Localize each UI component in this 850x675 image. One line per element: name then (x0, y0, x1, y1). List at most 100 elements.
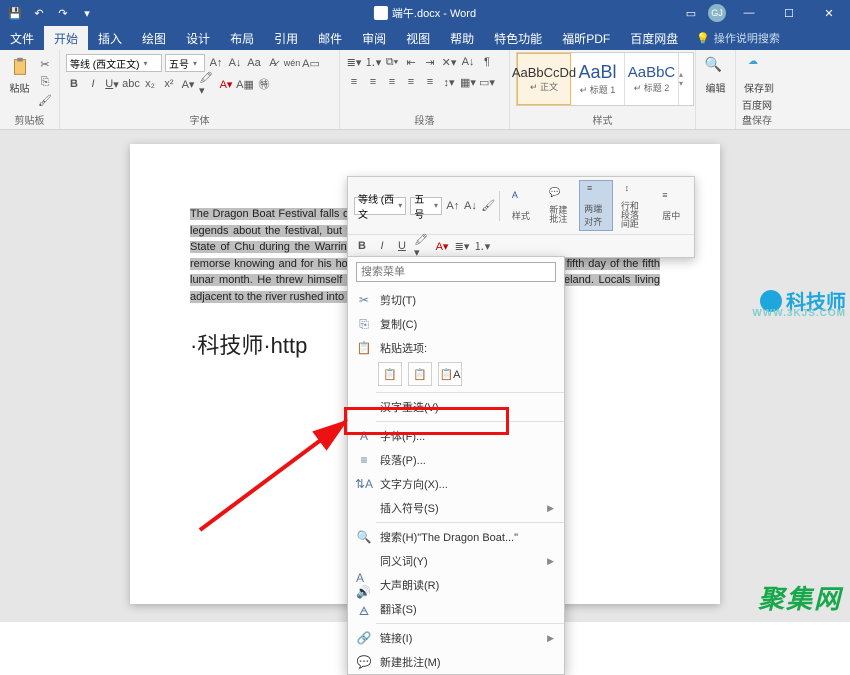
mini-center-button[interactable]: ≡ 居中 (654, 188, 688, 224)
paste-text-only-icon[interactable]: 📋A (438, 362, 462, 386)
tab-layout[interactable]: 布局 (220, 26, 264, 50)
tab-special[interactable]: 特色功能 (484, 26, 552, 50)
tab-file[interactable]: 文件 (0, 26, 44, 50)
menu-hanzi-reselect[interactable]: 汉字重选(V) (348, 395, 564, 419)
mini-font-color-icon[interactable]: A▾ (434, 238, 450, 254)
mini-shrink-font-icon[interactable]: A↓ (464, 198, 478, 214)
redo-icon[interactable]: ↷ (52, 2, 74, 24)
tab-draw[interactable]: 绘图 (132, 26, 176, 50)
tab-insert[interactable]: 插入 (88, 26, 132, 50)
align-right-icon[interactable]: ≡ (384, 74, 400, 90)
mini-font-select[interactable]: 等线 (西文 (354, 197, 406, 215)
save-icon[interactable]: 💾 (4, 2, 26, 24)
editing-button[interactable]: 🔍 编辑 (702, 52, 729, 95)
menu-read-aloud[interactable]: A🔊大声朗读(R) (348, 573, 564, 597)
mini-line-spacing-button[interactable]: ↕ 行和段落 间距 (617, 181, 651, 231)
menu-cut[interactable]: ✂剪切(T) (348, 288, 564, 312)
align-left-icon[interactable]: ≡ (346, 74, 362, 90)
tab-baidu[interactable]: 百度网盘 (620, 26, 688, 50)
mini-format-painter-icon[interactable]: 🖌 (481, 198, 495, 214)
mini-bullets-icon[interactable]: ≣▾ (454, 238, 470, 254)
mini-underline-icon[interactable]: U (394, 238, 410, 254)
style-normal[interactable]: AaBbCcDd ↵ 正文 (517, 53, 571, 105)
shrink-font-icon[interactable]: A↓ (227, 55, 243, 71)
bullets-icon[interactable]: ≣▾ (346, 54, 362, 70)
mini-size-select[interactable]: 五号 (410, 197, 442, 215)
italic-icon[interactable]: I (85, 76, 101, 92)
increase-indent-icon[interactable]: ⇥ (422, 54, 438, 70)
mini-bold-icon[interactable]: B (354, 238, 370, 254)
subscript-icon[interactable]: x₂ (142, 76, 158, 92)
font-size-select[interactable]: 五号 (165, 54, 205, 72)
styles-gallery[interactable]: AaBbCcDd ↵ 正文 AaBl ↵ 标题 1 AaBbC ↵ 标题 2 ▴… (516, 52, 694, 106)
mini-justify-button[interactable]: ≡ 两端对齐 (579, 180, 613, 231)
menu-new-comment[interactable]: 💬新建批注(M) (348, 650, 564, 674)
char-shading-icon[interactable]: A▦ (237, 76, 253, 92)
change-case-icon[interactable]: Aa (246, 55, 262, 71)
tab-mailings[interactable]: 邮件 (308, 26, 352, 50)
undo-icon[interactable]: ↶ (28, 2, 50, 24)
mini-new-comment-button[interactable]: 💬 新建 批注 (542, 185, 576, 226)
asian-layout-icon[interactable]: ✕▾ (441, 54, 457, 70)
grow-font-icon[interactable]: A↑ (208, 55, 224, 71)
tab-help[interactable]: 帮助 (440, 26, 484, 50)
multilevel-icon[interactable]: ⧉▾ (384, 54, 400, 70)
menu-copy[interactable]: ⎘复制(C) (348, 312, 564, 336)
paste-keep-source-icon[interactable]: 📋 (378, 362, 402, 386)
paste-merge-icon[interactable]: 📋 (408, 362, 432, 386)
menu-synonyms[interactable]: 同义词(Y)▶ (348, 549, 564, 573)
tab-view[interactable]: 视图 (396, 26, 440, 50)
underline-icon[interactable]: U▾ (104, 76, 120, 92)
font-family-select[interactable]: 等线 (西文正文) (66, 54, 162, 72)
tab-references[interactable]: 引用 (264, 26, 308, 50)
char-border-icon[interactable]: A▭ (303, 55, 319, 71)
distributed-icon[interactable]: ≡ (422, 74, 438, 90)
menu-link[interactable]: 🔗链接(I)▶ (348, 626, 564, 650)
mini-styles-button[interactable]: A 样式 (504, 188, 538, 224)
format-painter-icon[interactable]: 🖌 (37, 92, 53, 108)
user-avatar[interactable]: GJ (708, 4, 726, 22)
minimize-icon[interactable]: — (732, 0, 766, 26)
line-spacing-icon[interactable]: ↕▾ (441, 74, 457, 90)
show-marks-icon[interactable]: ¶ (479, 54, 495, 70)
highlight-icon[interactable]: 🖍▾ (199, 76, 215, 92)
mini-highlight-icon[interactable]: 🖍▾ (414, 238, 430, 254)
phonetic-icon[interactable]: wén (284, 55, 300, 71)
cut-icon[interactable]: ✂ (37, 56, 53, 72)
font-color-icon[interactable]: A▾ (218, 76, 234, 92)
justify-icon[interactable]: ≡ (403, 74, 419, 90)
numbering-icon[interactable]: ⒈▾ (365, 54, 381, 70)
tab-design[interactable]: 设计 (176, 26, 220, 50)
close-icon[interactable]: ✕ (812, 0, 846, 26)
qat-more-icon[interactable]: ▾ (76, 2, 98, 24)
decrease-indent-icon[interactable]: ⇤ (403, 54, 419, 70)
text-effects-icon[interactable]: A▾ (180, 76, 196, 92)
menu-font[interactable]: A字体(F)... (348, 424, 564, 448)
menu-translate[interactable]: 🜁翻译(S) (348, 597, 564, 621)
clear-format-icon[interactable]: A̷ (265, 55, 281, 71)
strike-icon[interactable]: abc (123, 76, 139, 92)
maximize-icon[interactable]: ☐ (772, 0, 806, 26)
shading-icon[interactable]: ▦▾ (460, 74, 476, 90)
sort-icon[interactable]: A↓ (460, 54, 476, 70)
menu-search-input[interactable] (356, 262, 556, 282)
superscript-icon[interactable]: x² (161, 76, 177, 92)
tab-foxit[interactable]: 福昕PDF (552, 26, 620, 50)
align-center-icon[interactable]: ≡ (365, 74, 381, 90)
tab-review[interactable]: 审阅 (352, 26, 396, 50)
style-heading2[interactable]: AaBbC ↵ 标题 2 (625, 53, 679, 105)
menu-insert-symbol[interactable]: 插入符号(S)▶ (348, 496, 564, 520)
enclose-char-icon[interactable]: ㊕ (256, 76, 272, 92)
mini-italic-icon[interactable]: I (374, 238, 390, 254)
style-heading1[interactable]: AaBl ↵ 标题 1 (571, 53, 625, 105)
styles-more-icon[interactable]: ▴▾ (679, 53, 693, 105)
menu-search-web[interactable]: 🔍搜索(H)"The Dragon Boat..." (348, 525, 564, 549)
borders-icon[interactable]: ▭▾ (479, 74, 495, 90)
paste-button[interactable]: 粘贴 (6, 52, 33, 95)
ribbon-display-icon[interactable]: ▭ (680, 2, 702, 24)
tell-me-search[interactable]: 💡 操作说明搜索 (696, 26, 780, 50)
menu-text-direction[interactable]: ⇅A文字方向(X)... (348, 472, 564, 496)
menu-paragraph[interactable]: ≡段落(P)... (348, 448, 564, 472)
mini-grow-font-icon[interactable]: A↑ (446, 198, 460, 214)
copy-icon[interactable]: ⎘ (37, 74, 53, 90)
